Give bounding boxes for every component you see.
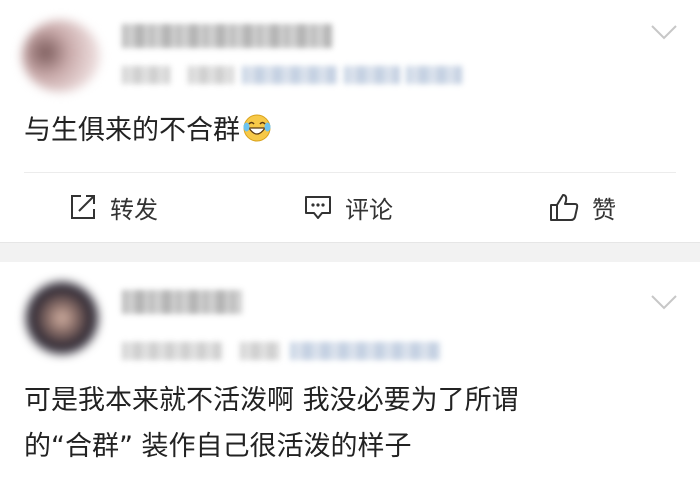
username-blurred[interactable]: [122, 290, 242, 314]
comment-label: 评论: [345, 195, 393, 224]
post-text-body: 与生俱来的不合群: [24, 115, 240, 146]
post-meta-blurred: [122, 342, 442, 360]
chevron-down-icon[interactable]: [650, 292, 678, 312]
post-text-line-2: 的“合群” 装作自己很活泼的样子: [24, 431, 412, 462]
comment-icon: [305, 196, 331, 219]
post-card-2: 可是我本来就不活泼啊 我没必要为了所谓 的“合群” 装作自己很活泼的样子: [0, 262, 700, 483]
post-text: 可是我本来就不活泼啊 我没必要为了所谓 的“合群” 装作自己很活泼的样子: [24, 378, 676, 470]
laughing-with-tears-icon: [243, 114, 271, 142]
like-label: 赞: [592, 195, 616, 224]
repost-icon: [71, 195, 95, 219]
comment-button[interactable]: 评论: [303, 188, 393, 226]
like-button[interactable]: 赞: [548, 188, 616, 226]
repost-button[interactable]: 转发: [68, 188, 158, 226]
post-text: 与生俱来的不合群: [24, 108, 676, 154]
post-separator: [0, 242, 700, 262]
chevron-down-icon[interactable]: [650, 22, 678, 42]
post-card-1: 与生俱来的不合群 转发 评论 赞: [0, 0, 700, 242]
repost-label: 转发: [110, 195, 158, 224]
action-divider: [24, 172, 676, 173]
username-blurred[interactable]: [122, 24, 332, 48]
avatar[interactable]: [26, 282, 98, 354]
post-text-line-1: 可是我本来就不活泼啊 我没必要为了所谓: [24, 385, 519, 416]
post-meta-blurred: [122, 66, 462, 84]
thumbs-up-icon: [550, 194, 579, 221]
avatar[interactable]: [22, 20, 100, 92]
